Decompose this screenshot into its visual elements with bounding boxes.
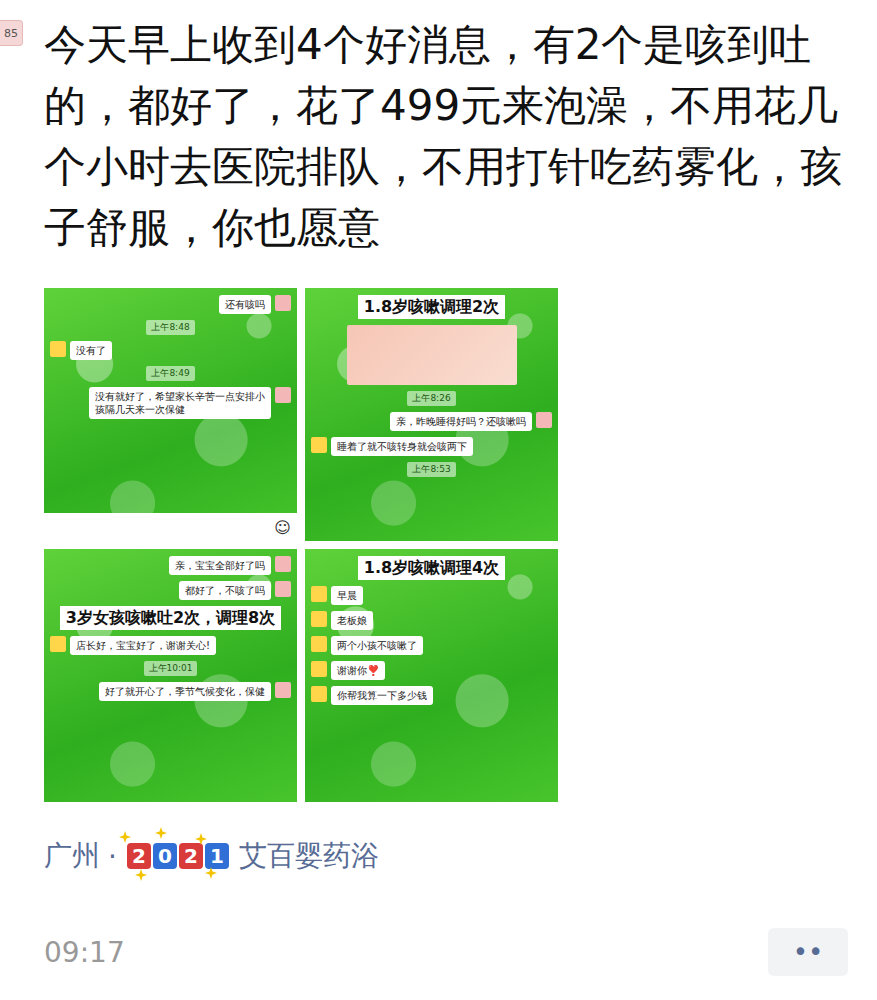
- caption-title: 1.8岁咳嗽调理4次: [358, 556, 505, 580]
- message-bubble: 还有咳吗: [219, 295, 271, 314]
- sender-avatar-icon: [536, 412, 552, 428]
- chat-message: 好了就开心了，季节气候变化，保健: [50, 682, 291, 701]
- sparkle-icon: [195, 833, 207, 845]
- chat-screenshot[interactable]: 1.8岁咳嗽调理4次早晨老板娘两个小孩不咳嗽了谢谢你❣️ 你帮我算一下多少钱: [305, 549, 558, 802]
- comment-button[interactable]: ••: [768, 928, 848, 976]
- post-body: 今天早上收到4个好消息，有2个是咳到吐的，都好了，花了499元来泡澡，不用花几个…: [44, 14, 862, 976]
- sender-avatar-icon: [275, 682, 291, 698]
- chat-time: 上午10:01: [144, 661, 198, 676]
- chat-message: 亲，宝宝全部好了吗: [50, 556, 291, 575]
- input-bar: ☺: [44, 513, 297, 541]
- chat-message: 没有就好了，希望家长辛苦一点安排小孩隔几天来一次保健: [50, 387, 291, 419]
- location-name: 艾百婴药浴: [239, 837, 379, 875]
- message-bubble: 老板娘: [331, 611, 373, 630]
- sender-avatar-icon: [50, 341, 66, 357]
- location-row[interactable]: 广州·2021艾百婴药浴: [44, 836, 862, 876]
- message-bubble: 没有就好了，希望家长辛苦一点安排小孩隔几天来一次保健: [89, 387, 271, 419]
- chat-message: 亲，昨晚睡得好吗？还咳嗽吗: [311, 412, 552, 431]
- photo-block: [347, 325, 517, 385]
- message-bubble: 店长好，宝宝好了，谢谢关心!: [70, 636, 216, 655]
- image-grid: 还有咳吗上午8:48 没有了上午8:49 没有就好了，希望家长辛苦一点安排小孩隔几天…: [44, 288, 862, 802]
- message-bubble: 亲，宝宝全部好了吗: [169, 556, 271, 575]
- avatar-column: 85: [0, 14, 44, 976]
- sender-avatar-icon: [311, 586, 327, 602]
- sender-avatar-icon: [50, 636, 66, 652]
- chat-message: 都好了，不咳了吗: [50, 581, 291, 600]
- message-bubble: 好了就开心了，季节气候变化，保健: [99, 682, 271, 701]
- chat-message: 店长好，宝宝好了，谢谢关心!: [50, 636, 291, 655]
- location-city: 广州: [44, 837, 100, 875]
- more-dots-icon: ••: [793, 937, 824, 967]
- caption-title: 3岁女孩咳嗽吐2次，调理8次: [60, 606, 281, 630]
- post-text: 今天早上收到4个好消息，有2个是咳到吐的，都好了，花了499元来泡澡，不用花几个…: [44, 14, 862, 258]
- year-sticker: 2021: [125, 839, 231, 873]
- sender-avatar-icon: [311, 686, 327, 702]
- chat-message: 没有了: [50, 341, 291, 360]
- chat-screenshot[interactable]: 还有咳吗上午8:48 没有了上午8:49 没有就好了，希望家长辛苦一点安排小孩隔几天…: [44, 288, 297, 541]
- sparkle-icon: [135, 869, 147, 881]
- chat-time: 上午8:26: [407, 391, 455, 406]
- user-avatar[interactable]: 85: [0, 20, 23, 46]
- sender-avatar-icon: [311, 636, 327, 652]
- sparkle-icon: [119, 831, 131, 843]
- message-bubble: 早晨: [331, 586, 363, 605]
- sender-avatar-icon: [311, 661, 327, 677]
- chat-message: 睡着了就不咳转身就会咳两下: [311, 437, 552, 456]
- sender-avatar-icon: [275, 556, 291, 572]
- chat-message: 你帮我算一下多少钱: [311, 686, 552, 705]
- sender-avatar-icon: [275, 387, 291, 403]
- chat-time: 上午8:53: [407, 462, 455, 477]
- sender-avatar-icon: [311, 611, 327, 627]
- message-bubble: 你帮我算一下多少钱: [331, 686, 433, 705]
- sender-avatar-icon: [275, 295, 291, 311]
- chat-message: 老板娘: [311, 611, 552, 630]
- chat-screenshot[interactable]: 亲，宝宝全部好了吗都好了，不咳了吗 3岁女孩咳嗽吐2次，调理8次店长好，宝宝好了，…: [44, 549, 297, 802]
- emoji-icon: ☺: [274, 518, 291, 537]
- caption-title: 1.8岁咳嗽调理2次: [358, 295, 505, 319]
- message-bubble: 亲，昨晚睡得好吗？还咳嗽吗: [390, 412, 532, 431]
- chat-message: 还有咳吗: [50, 295, 291, 314]
- message-bubble: 睡着了就不咳转身就会咳两下: [331, 437, 473, 456]
- post-footer: 09:17 ••: [44, 928, 862, 976]
- post-time: 09:17: [44, 936, 125, 969]
- message-bubble: 两个小孩不咳嗽了: [331, 636, 423, 655]
- message-bubble: 没有了: [70, 341, 112, 360]
- sparkle-icon: [205, 867, 217, 879]
- message-bubble: 都好了，不咳了吗: [179, 581, 271, 600]
- chat-time: 上午8:49: [146, 366, 194, 381]
- sender-avatar-icon: [311, 437, 327, 453]
- location-separator: ·: [108, 840, 117, 873]
- sender-avatar-icon: [275, 581, 291, 597]
- message-bubble: 谢谢你❣️: [331, 661, 385, 680]
- chat-screenshot[interactable]: 1.8岁咳嗽调理2次上午8:26 亲，昨晚睡得好吗？还咳嗽吗睡着了就不咳转身就会咳…: [305, 288, 558, 541]
- chat-message: 早晨: [311, 586, 552, 605]
- chat-message: 谢谢你❣️: [311, 661, 552, 680]
- chat-message: 两个小孩不咳嗽了: [311, 636, 552, 655]
- chat-time: 上午8:48: [146, 320, 194, 335]
- sparkle-icon: [155, 827, 167, 839]
